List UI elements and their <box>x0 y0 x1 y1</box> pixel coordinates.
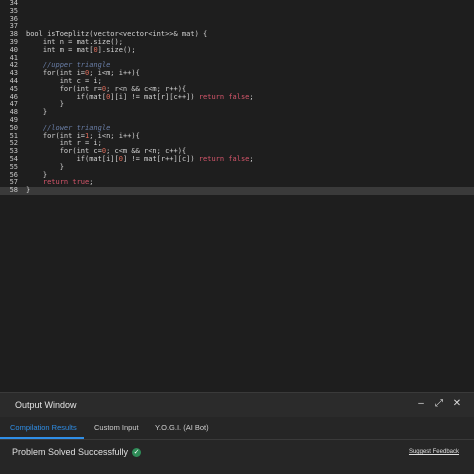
code-line[interactable]: 48 } <box>0 108 474 117</box>
code-text: int m = mat[0].size(); <box>26 45 136 54</box>
code-line[interactable]: 57 return true; <box>0 178 474 187</box>
active-tab-indicator <box>0 437 84 439</box>
code-line[interactable]: 34 <box>0 0 474 8</box>
output-title: Output Window <box>15 400 77 410</box>
code-text: return true; <box>26 178 94 187</box>
expand-icon[interactable]: ⤢ <box>434 399 444 409</box>
check-icon: ✓ <box>132 447 142 457</box>
minimize-icon[interactable]: – <box>416 399 426 409</box>
output-header-icons: – ⤢ ✕ <box>416 399 462 409</box>
output-tabs: Compilation Results Custom Input Y.O.G.I… <box>0 417 474 440</box>
code-line[interactable]: 40 int m = mat[0].size(); <box>0 45 474 55</box>
code-line[interactable]: 36 <box>0 15 474 24</box>
code-text: } <box>26 186 31 195</box>
tab-compilation-results[interactable]: Compilation Results <box>10 423 77 432</box>
close-icon[interactable]: ✕ <box>452 399 462 409</box>
line-number: 58 <box>9 186 18 195</box>
suggest-feedback-link[interactable]: Suggest Feedback <box>409 449 459 455</box>
output-header: Output Window – ⤢ ✕ <box>0 392 474 417</box>
code-text: } <box>26 108 48 117</box>
code-line[interactable]: 46 if(mat[0][i] != mat[r][c++]) return f… <box>0 93 474 102</box>
code-line[interactable]: 35 <box>0 7 474 16</box>
result-status-text: Problem Solved Successfully <box>12 447 129 457</box>
tab-custom-input[interactable]: Custom Input <box>94 423 139 432</box>
result-status: Problem Solved Successfully ✓ <box>12 447 142 457</box>
code-line[interactable]: 55 } <box>0 163 474 172</box>
code-editor[interactable]: 34 35 36 37 38 bool isToeplitz(vector<vector<… <box>0 0 474 392</box>
output-window: Output Window – ⤢ ✕ Compilation Results … <box>0 392 474 474</box>
code-line[interactable]: 54 if(mat[i][0] != mat[r++][c]) return f… <box>0 155 474 164</box>
tab-yogi-ai-bot[interactable]: Y.O.G.I. (AI Bot) <box>155 423 209 432</box>
code-line[interactable]: 58} <box>0 186 474 195</box>
code-line[interactable]: 47 } <box>0 100 474 109</box>
